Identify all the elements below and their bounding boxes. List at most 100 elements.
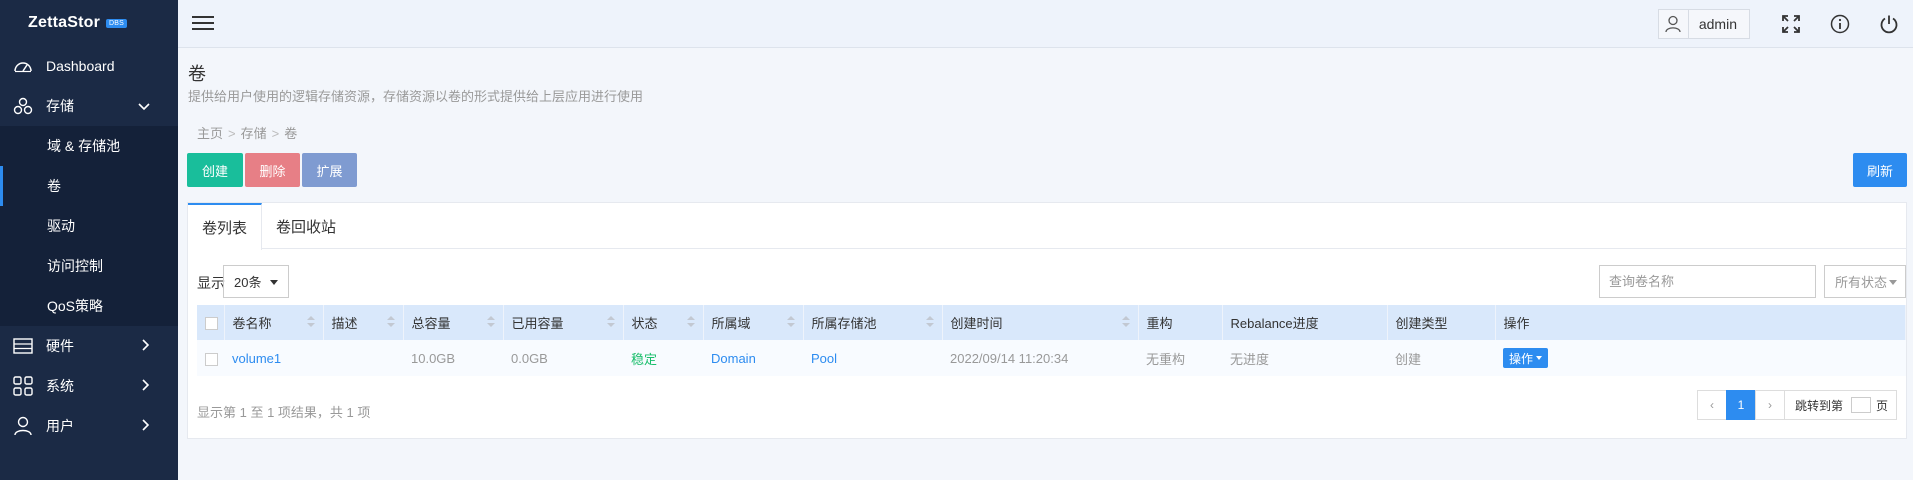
expand-button[interactable]: 扩展 xyxy=(302,153,357,187)
fullscreen-icon[interactable] xyxy=(1766,0,1815,48)
column-header-name[interactable]: 卷名称 xyxy=(224,305,324,340)
select-all-checkbox[interactable] xyxy=(205,317,218,331)
volume-table: 卷名称 描述 总容量 已用容量 状态 所属域 所属存储池 创建时间 重构 Reb… xyxy=(197,305,1906,376)
top-right-actions: admin xyxy=(1657,0,1913,48)
status-filter-value: 所有状态 xyxy=(1835,275,1888,290)
volume-domain-link[interactable]: Domain xyxy=(711,351,756,366)
page-unit: 页 xyxy=(1875,398,1888,413)
sidebar-item-label: 硬件 xyxy=(46,338,74,354)
column-header-total[interactable]: 总容量 xyxy=(403,305,504,340)
next-page-button[interactable]: › xyxy=(1754,390,1785,420)
tab-bar: 卷列表 卷回收站 xyxy=(188,203,1906,250)
sidebar-item-system[interactable]: 系统 xyxy=(0,366,178,406)
page-description: 提供给用户使用的逻辑存储资源，存储资源以卷的形式提供给上层应用进行使用 xyxy=(188,89,644,104)
chevron-right-icon xyxy=(142,378,150,394)
sidebar-subitem-domain-pool[interactable]: 域 & 存储池 xyxy=(0,126,178,166)
table-row: volume1 10.0GB 0.0GB 稳定 Domain Pool 2022… xyxy=(197,340,1906,376)
column-header-status[interactable]: 状态 xyxy=(623,305,704,340)
brand-name: ZettaStor xyxy=(28,14,101,31)
prev-page-button[interactable]: ‹ xyxy=(1696,390,1727,420)
page-button-1[interactable]: 1 xyxy=(1725,390,1756,420)
sort-icon[interactable] xyxy=(1121,316,1130,328)
create-button[interactable]: 创建 xyxy=(187,153,243,187)
column-header-rebuild: 重构 xyxy=(1138,305,1223,340)
show-label: 显示 xyxy=(197,275,225,291)
tab-volume-list[interactable]: 卷列表 xyxy=(188,203,263,250)
sidebar-item-label: 系统 xyxy=(46,378,74,394)
breadcrumb-storage[interactable]: 存储 xyxy=(241,126,267,141)
server-icon xyxy=(12,337,34,355)
cubes-icon xyxy=(12,97,34,115)
table-info: 显示第 1 至 1 项结果，共 1 项 xyxy=(197,405,371,420)
row-action-button[interactable]: 操作 xyxy=(1503,348,1549,368)
refresh-button[interactable]: 刷新 xyxy=(1853,153,1907,187)
brand-badge: DBS xyxy=(106,18,128,28)
table-header-row: 卷名称 描述 总容量 已用容量 状态 所属域 所属存储池 创建时间 重构 Reb… xyxy=(197,305,1906,340)
sidebar-subitem-driver[interactable]: 驱动 xyxy=(0,206,178,246)
column-header-used[interactable]: 已用容量 xyxy=(503,305,624,340)
chevron-right-icon xyxy=(142,418,150,434)
jump-label: 跳转到第 xyxy=(1794,398,1843,413)
top-bar: admin xyxy=(178,0,1913,48)
sort-icon[interactable] xyxy=(606,316,615,328)
sidebar-item-label: 驱动 xyxy=(47,218,75,234)
sort-icon[interactable] xyxy=(306,316,315,328)
power-icon[interactable] xyxy=(1864,0,1913,48)
column-header-domain[interactable]: 所属域 xyxy=(703,305,804,340)
caret-down-icon xyxy=(1889,280,1897,285)
page-jump-input[interactable] xyxy=(1850,397,1871,413)
column-header-desc[interactable]: 描述 xyxy=(323,305,404,340)
volume-rebuild: 无重构 xyxy=(1138,340,1222,376)
column-header-created[interactable]: 创建时间 xyxy=(942,305,1139,340)
sidebar-item-label: Dashboard xyxy=(46,58,115,74)
volume-created: 2022/09/14 11:20:34 xyxy=(942,340,1138,376)
sort-icon[interactable] xyxy=(386,316,395,328)
sort-icon[interactable] xyxy=(925,316,934,328)
breadcrumb: 主页 > 存储 > 卷 xyxy=(197,126,298,141)
caret-down-icon xyxy=(1536,356,1543,360)
sidebar-item-label: 域 & 存储池 xyxy=(47,138,121,154)
column-header-rebalance: Rebalance进度 xyxy=(1222,305,1388,340)
gauge-icon xyxy=(12,57,34,75)
volume-search-input[interactable] xyxy=(1599,265,1816,298)
pagination: ‹ 1 › 跳转到第 页 xyxy=(1696,390,1897,420)
volume-type: 创建 xyxy=(1387,340,1495,376)
main-content: 卷 提供给用户使用的逻辑存储资源，存储资源以卷的形式提供给上层应用进行使用 主页… xyxy=(178,48,1913,480)
user-icon xyxy=(12,416,34,436)
sort-icon[interactable] xyxy=(486,316,495,328)
sidebar-item-dashboard[interactable]: Dashboard xyxy=(0,46,178,86)
page-title: 卷 xyxy=(188,64,206,84)
sidebar-subitem-volume[interactable]: 卷 xyxy=(0,166,178,206)
sort-icon[interactable] xyxy=(786,316,795,328)
sidebar-item-users[interactable]: 用户 xyxy=(0,406,178,446)
sidebar-item-label: 存储 xyxy=(46,98,74,114)
info-icon[interactable] xyxy=(1815,0,1864,48)
page-size-select[interactable]: 20条 xyxy=(223,265,289,298)
grid-icon xyxy=(12,376,34,396)
brand-logo[interactable]: ZettaStor DBS xyxy=(0,0,178,46)
row-select-cell xyxy=(197,340,224,376)
delete-button[interactable]: 删除 xyxy=(245,153,300,187)
row-checkbox[interactable] xyxy=(205,352,218,366)
sidebar: ZettaStor DBS Dashboard 存储 域 & 存储池 卷 驱动 … xyxy=(0,0,178,480)
user-menu[interactable]: admin xyxy=(1657,9,1750,39)
breadcrumb-home[interactable]: 主页 xyxy=(197,126,223,141)
sidebar-subitem-access-control[interactable]: 访问控制 xyxy=(0,246,178,286)
select-all-cell xyxy=(197,305,225,340)
sidebar-item-label: 用户 xyxy=(46,418,74,434)
sidebar-item-storage[interactable]: 存储 xyxy=(0,86,178,126)
volume-status: 稳定 xyxy=(631,351,658,367)
chevron-down-icon xyxy=(138,98,150,114)
status-filter-select[interactable]: 所有状态 xyxy=(1824,265,1906,298)
chevron-right-icon xyxy=(142,338,150,354)
menu-toggle-icon[interactable] xyxy=(192,12,214,34)
sidebar-subitem-qos[interactable]: QoS策略 xyxy=(0,286,178,326)
volume-rebalance: 无进度 xyxy=(1222,340,1387,376)
sidebar-item-hardware[interactable]: 硬件 xyxy=(0,326,178,366)
column-header-pool[interactable]: 所属存储池 xyxy=(803,305,943,340)
sort-icon[interactable] xyxy=(686,316,695,328)
volume-pool-link[interactable]: Pool xyxy=(811,351,837,366)
tab-volume-recycle-bin[interactable]: 卷回收站 xyxy=(262,203,350,249)
volume-name-link[interactable]: volume1 xyxy=(232,351,281,366)
volume-desc xyxy=(323,340,403,376)
